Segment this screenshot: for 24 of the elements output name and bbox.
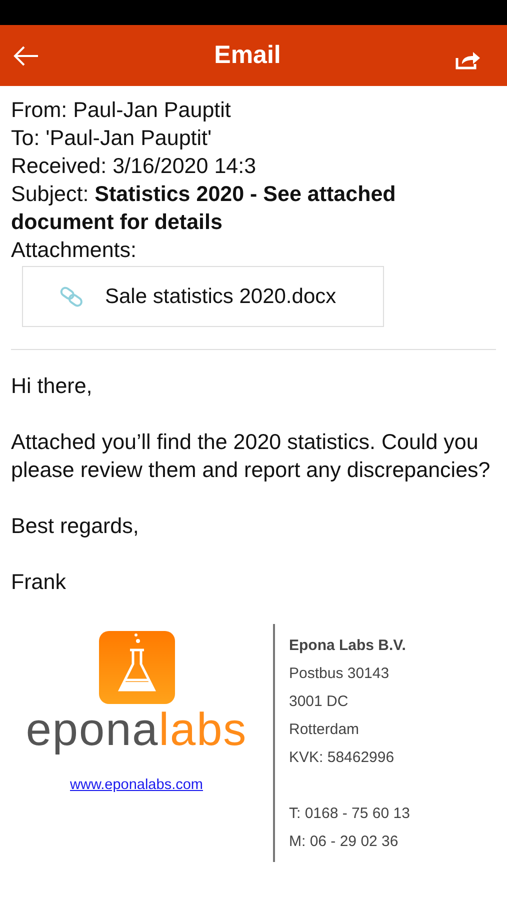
received-line: Received: 3/16/2020 14:3 xyxy=(11,153,258,180)
header-title: Email xyxy=(214,41,281,70)
subject-line: Subject: Statistics 2020 - See attached document for details xyxy=(11,181,397,236)
company-name: Epona Labs B.V. xyxy=(289,636,407,656)
back-arrow-icon[interactable] xyxy=(12,44,40,66)
body-paragraph: Best regards, xyxy=(11,513,140,540)
attachment-button[interactable]: Sale statistics 2020.docx xyxy=(22,266,384,327)
attachments-label: Attachments: xyxy=(11,237,138,264)
to-line: To: 'Paul-Jan Pauptit' xyxy=(11,125,213,152)
share-icon[interactable] xyxy=(454,50,481,70)
from-line: From: Paul-Jan Pauptit xyxy=(11,97,232,124)
address-line: Rotterdam xyxy=(289,720,360,740)
body-paragraph: Attached you’ll find the 2020 statistics. Could you please review them and report any discrepancies? xyxy=(11,429,492,484)
phone-line: T: 0168 - 75 60 13 xyxy=(289,804,410,824)
address-line: Postbus 30143 xyxy=(289,664,390,684)
website-link[interactable]: www.eponalabs.com xyxy=(70,777,203,793)
logo-wordmark: eponalabs xyxy=(26,705,248,753)
address-line: 3001 DC xyxy=(289,692,350,712)
phone-line: M: 06 - 29 02 36 xyxy=(289,832,400,852)
body-paragraph: Hi there, xyxy=(11,373,94,400)
link-icon xyxy=(59,286,85,308)
body-paragraph: Frank xyxy=(11,569,67,596)
address-line: KVK: 58462996 xyxy=(289,748,396,768)
flask-logo-icon xyxy=(98,630,176,705)
